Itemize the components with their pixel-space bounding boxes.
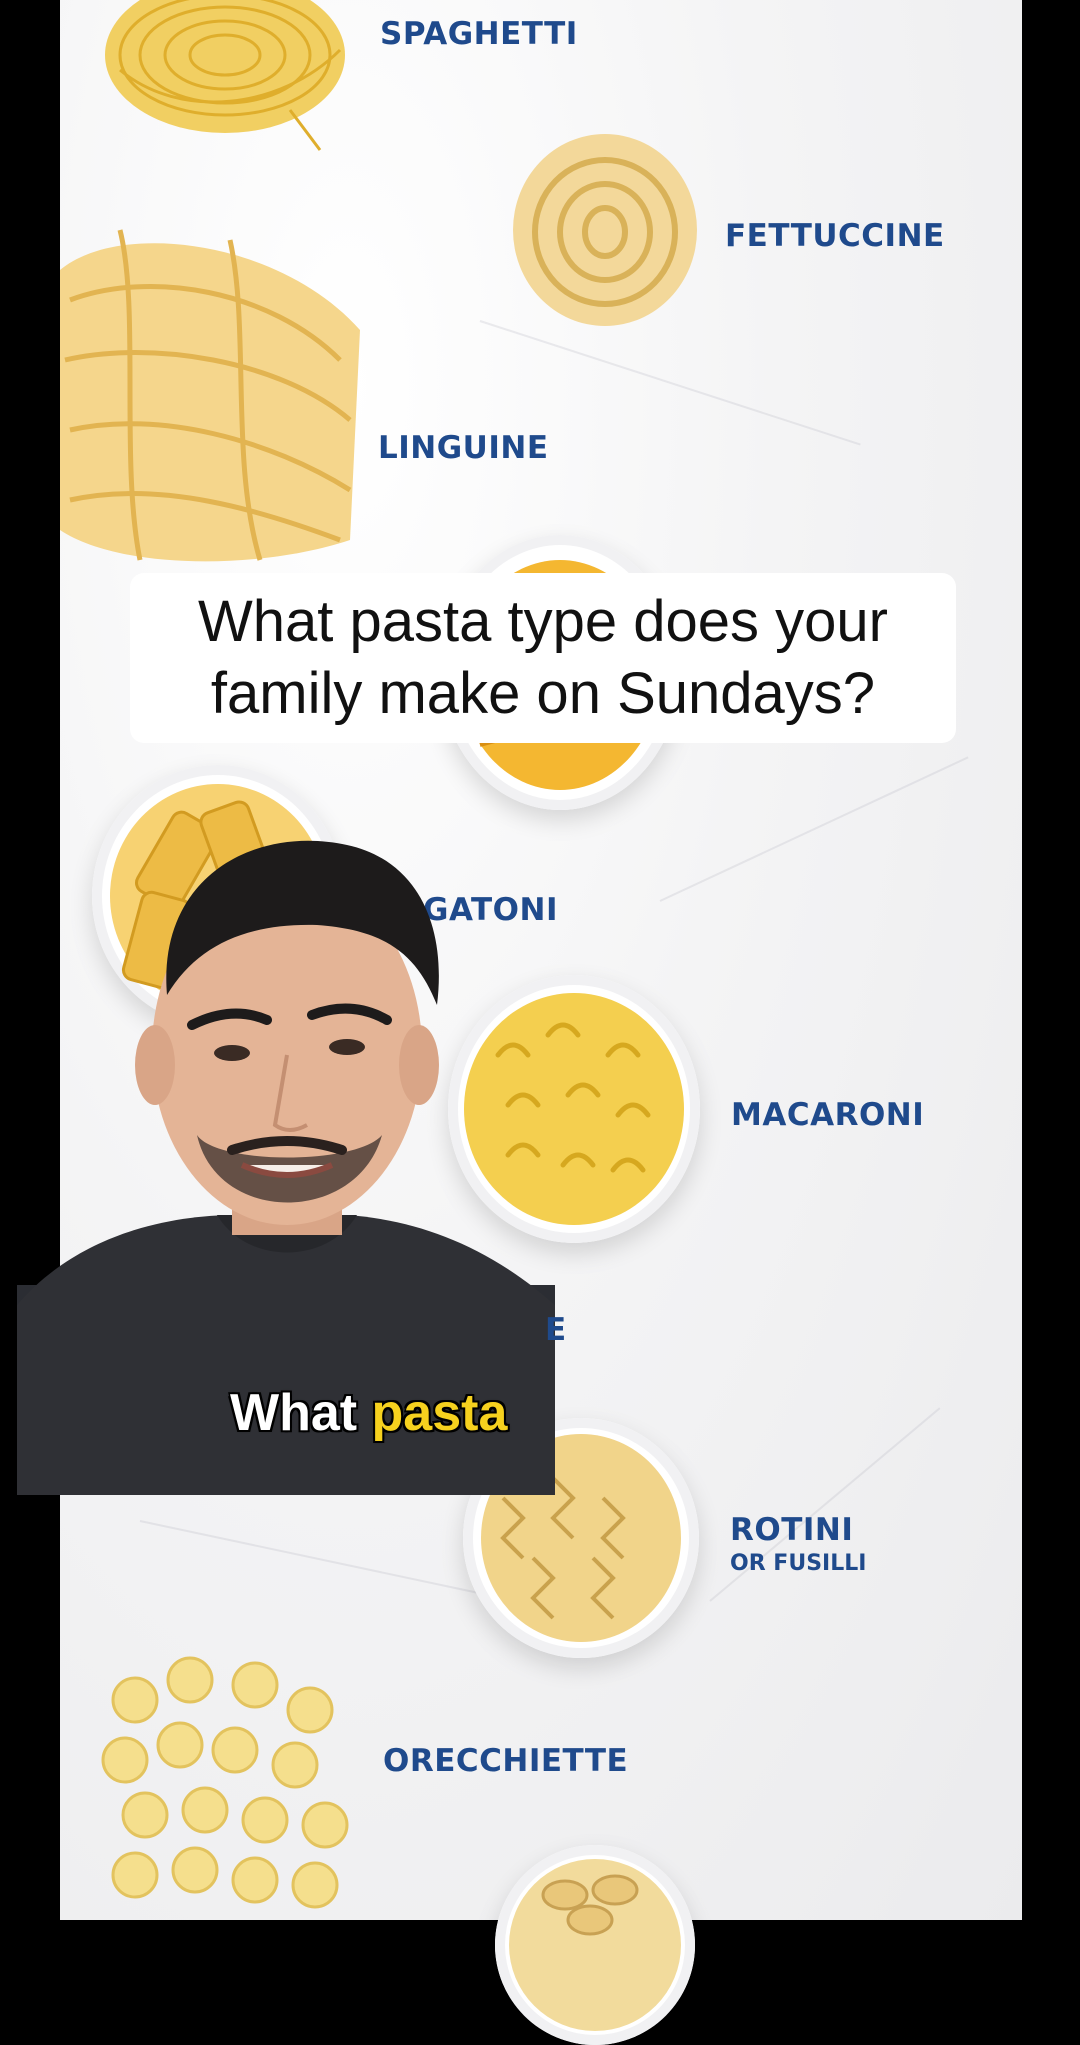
rotini-label: ROTINI [730, 1512, 854, 1548]
caption-word-highlighted: pasta [371, 1384, 508, 1442]
question-text: What pasta type does your family make on… [198, 586, 888, 730]
question-line-2: family make on Sundays? [210, 661, 876, 726]
penne-label-partial: E [545, 1312, 567, 1348]
subtitle-caption: What pasta [230, 1383, 507, 1443]
spaghetti-image [90, 0, 360, 160]
spaghetti-label: SPAGHETTI [380, 16, 578, 52]
question-line-1: What pasta type does your [198, 589, 888, 654]
orecchiette-image [95, 1640, 370, 1920]
orecchiette-label: ORECCHIETTE [383, 1743, 629, 1779]
right-letterbox [1022, 0, 1080, 1920]
caption-word-1: What [230, 1384, 358, 1442]
linguine-label: LINGUINE [378, 430, 549, 466]
question-card: What pasta type does your family make on… [130, 573, 956, 743]
fettuccine-image [505, 122, 710, 337]
linguine-image [60, 210, 365, 570]
macaroni-label: MACARONI [731, 1097, 925, 1133]
shells-bowl [495, 1845, 695, 2045]
rotini-sublabel: OR FUSILLI [730, 1551, 867, 1576]
fettuccine-label: FETTUCCINE [725, 218, 945, 254]
